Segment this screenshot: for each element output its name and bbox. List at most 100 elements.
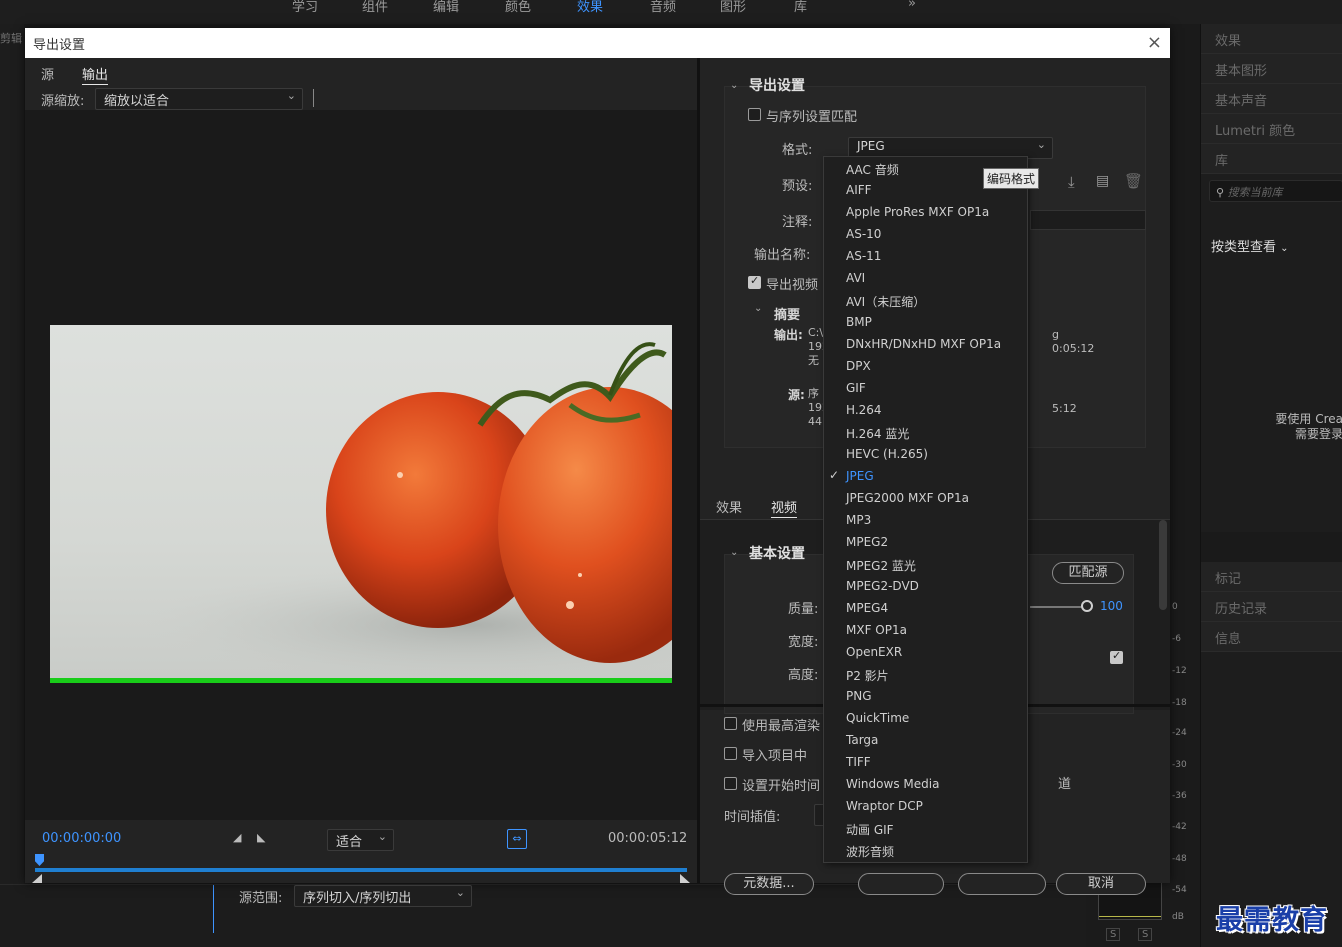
panel-libraries[interactable]: 库 bbox=[1201, 144, 1342, 174]
mark-out-icon[interactable]: ◣ bbox=[257, 831, 265, 844]
solo-button-left[interactable]: S bbox=[1106, 928, 1121, 941]
format-option[interactable]: MPEG4 bbox=[824, 598, 1027, 620]
format-value: JPEG bbox=[857, 139, 885, 153]
workspace-tab-libraries[interactable]: 库 bbox=[794, 0, 807, 15]
tab-source[interactable]: 源 bbox=[41, 64, 54, 83]
tab-output[interactable]: 输出 bbox=[82, 64, 109, 85]
format-option[interactable]: HEVC (H.265) bbox=[824, 444, 1027, 466]
source-scale-select[interactable]: 缩放以适合 ⌄ bbox=[95, 88, 303, 110]
format-option[interactable]: Apple ProRes MXF OP1a bbox=[824, 202, 1027, 224]
chevron-down-icon[interactable]: ⌄ bbox=[730, 547, 738, 558]
match-source-button[interactable]: 匹配源 bbox=[1052, 562, 1124, 584]
format-option[interactable]: MPEG2-DVD bbox=[824, 576, 1027, 598]
workspace-tab-editing[interactable]: 编辑 bbox=[433, 0, 459, 15]
workspace-tab-effects[interactable]: 效果 bbox=[577, 0, 603, 15]
format-option[interactable]: AVI bbox=[824, 268, 1027, 290]
format-option[interactable]: 动画 GIF bbox=[824, 818, 1027, 840]
quality-slider-thumb[interactable] bbox=[1081, 600, 1093, 612]
playhead-handle[interactable] bbox=[35, 854, 44, 866]
zoom-fit-select[interactable]: 适合 ⌄ bbox=[327, 829, 394, 851]
library-search-input[interactable]: ⚲ 搜索当前库 bbox=[1209, 180, 1342, 202]
panel-history[interactable]: 历史记录 bbox=[1201, 592, 1342, 622]
format-option[interactable]: MPEG2 蓝光 bbox=[824, 554, 1027, 576]
format-option[interactable]: JPEG2000 MXF OP1a bbox=[824, 488, 1027, 510]
format-option[interactable]: MPEG2 bbox=[824, 532, 1027, 554]
use-max-render-checkbox[interactable] bbox=[724, 717, 737, 730]
format-option[interactable]: GIF bbox=[824, 378, 1027, 400]
workspace-tab-graphics[interactable]: 图形 bbox=[720, 0, 746, 15]
cancel-button[interactable]: 取消 bbox=[1056, 873, 1146, 895]
trash-icon[interactable]: 🗑 bbox=[1124, 172, 1143, 190]
panel-essential-sound[interactable]: 基本声音 bbox=[1201, 84, 1342, 114]
mark-in-icon[interactable]: ◢ bbox=[233, 831, 241, 844]
scrollbar-thumb[interactable] bbox=[1159, 520, 1167, 610]
timecode-start[interactable]: 00:00:00:00 bbox=[42, 831, 121, 846]
save-preset-icon[interactable]: ⤓ bbox=[1068, 173, 1075, 191]
background-left-panel: 剪辑 bbox=[0, 24, 24, 884]
format-option[interactable]: H.264 蓝光 bbox=[824, 422, 1027, 444]
close-icon[interactable]: × bbox=[1147, 32, 1162, 53]
format-option[interactable]: OpenEXR bbox=[824, 642, 1027, 664]
format-option[interactable]: Windows Media bbox=[824, 774, 1027, 796]
quality-value[interactable]: 100 bbox=[1100, 599, 1123, 613]
format-option[interactable]: DPX bbox=[824, 356, 1027, 378]
format-option[interactable]: H.264 bbox=[824, 400, 1027, 422]
workspace-tab-audio[interactable]: 音频 bbox=[650, 0, 676, 15]
panel-essential-graphics[interactable]: 基本图形 bbox=[1201, 54, 1342, 84]
format-option[interactable]: AS-10 bbox=[824, 224, 1027, 246]
out-point-handle[interactable] bbox=[680, 874, 690, 883]
workspace-tab-learn[interactable]: 学习 bbox=[292, 0, 318, 15]
format-option-label: Windows Media bbox=[846, 777, 940, 791]
format-option-label: QuickTime bbox=[846, 711, 910, 725]
chevron-down-icon[interactable]: ⌄ bbox=[730, 80, 738, 91]
export-video-checkbox[interactable] bbox=[748, 274, 761, 289]
source-range-bar[interactable] bbox=[35, 868, 687, 872]
quality-slider-track[interactable] bbox=[1030, 606, 1082, 608]
format-option[interactable]: DNxHR/DNxHD MXF OP1a bbox=[824, 334, 1027, 356]
in-point-handle[interactable] bbox=[32, 874, 42, 883]
format-option[interactable]: AS-11 bbox=[824, 246, 1027, 268]
format-option[interactable]: AVI（未压缩） bbox=[824, 290, 1027, 312]
format-label: 格式: bbox=[782, 143, 813, 158]
panel-lumetri-color[interactable]: Lumetri 颜色 bbox=[1201, 114, 1342, 144]
format-option-label: H.264 bbox=[846, 403, 882, 417]
match-sequence-checkbox[interactable] bbox=[748, 108, 761, 121]
source-range-label: 源范围: bbox=[239, 891, 283, 906]
format-option[interactable]: TIFF bbox=[824, 752, 1027, 774]
format-option[interactable]: 波形音频 bbox=[824, 840, 1027, 862]
format-option[interactable]: QuickTime bbox=[824, 708, 1027, 730]
format-option[interactable]: Wraptor DCP bbox=[824, 796, 1027, 818]
use-max-render-label: 使用最高渲染 bbox=[742, 719, 821, 734]
comment-input[interactable] bbox=[1030, 210, 1146, 230]
tab-effects[interactable]: 效果 bbox=[716, 497, 742, 516]
format-option[interactable]: ✓ JPEG bbox=[824, 466, 1027, 488]
aspect-correction-icon[interactable]: ⇔ bbox=[507, 829, 527, 849]
tab-video[interactable]: 视频 bbox=[771, 497, 798, 518]
chevron-down-icon[interactable]: ⌄ bbox=[754, 303, 762, 314]
chevron-down-icon: ⌄ bbox=[455, 886, 465, 899]
export-settings-title: 导出设置 bbox=[749, 78, 805, 94]
format-option[interactable]: BMP bbox=[824, 312, 1027, 334]
dialog-title: 导出设置 bbox=[33, 38, 86, 53]
solo-button-right[interactable]: S bbox=[1138, 928, 1153, 941]
import-project-checkbox[interactable] bbox=[724, 747, 737, 760]
panel-markers[interactable]: 标记 bbox=[1201, 562, 1342, 592]
workspace-more-icon[interactable]: » bbox=[908, 0, 916, 11]
export-button[interactable] bbox=[958, 873, 1046, 895]
workspace-tab-color[interactable]: 颜色 bbox=[505, 0, 531, 15]
format-option[interactable]: MXF OP1a bbox=[824, 620, 1027, 642]
view-by-type-dropdown[interactable]: 按类型查看 ⌄ bbox=[1211, 236, 1289, 255]
import-preset-icon[interactable]: ▤ bbox=[1096, 173, 1109, 189]
format-option[interactable]: PNG bbox=[824, 686, 1027, 708]
link-dimensions-checkbox[interactable] bbox=[1110, 649, 1123, 664]
set-start-time-checkbox[interactable] bbox=[724, 777, 737, 790]
panel-info[interactable]: 信息 bbox=[1201, 622, 1342, 652]
panel-effects[interactable]: 效果 bbox=[1201, 24, 1342, 54]
format-option[interactable]: P2 影片 bbox=[824, 664, 1027, 686]
format-option[interactable]: Targa bbox=[824, 730, 1027, 752]
queue-button[interactable] bbox=[858, 873, 944, 895]
metadata-button[interactable]: 元数据... bbox=[724, 873, 814, 895]
source-range-select[interactable]: 序列切入/序列切出 ⌄ bbox=[294, 885, 472, 907]
format-option[interactable]: MP3 bbox=[824, 510, 1027, 532]
workspace-tab-assembly[interactable]: 组件 bbox=[362, 0, 388, 15]
